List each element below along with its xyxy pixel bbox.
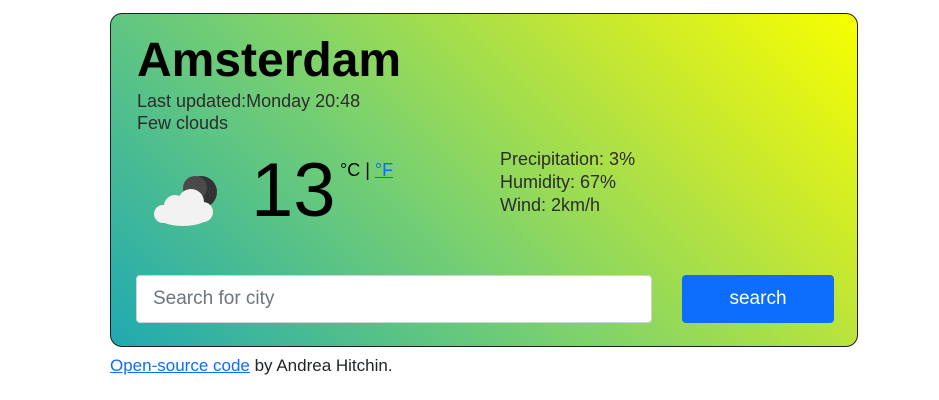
- search-button[interactable]: search: [682, 275, 834, 323]
- footer: Open-source code by Andrea Hitchin.: [110, 355, 393, 377]
- fahrenheit-link[interactable]: °F: [375, 160, 393, 180]
- temperature-value: 13: [251, 148, 336, 233]
- precipitation: Precipitation: 3%: [500, 149, 636, 169]
- weather-description: Few clouds: [137, 113, 229, 133]
- weather-details: Precipitation: 3% Humidity: 67% Wind: 2k…: [500, 148, 635, 217]
- wind: Wind: 2km/h: [500, 195, 601, 215]
- weather-card: Amsterdam Last updated:Monday 20:48 Few …: [110, 13, 858, 347]
- celsius-unit: °C: [340, 160, 361, 180]
- city-search-input[interactable]: [136, 275, 652, 323]
- humidity: Humidity: 67%: [500, 172, 617, 192]
- page: Amsterdam Last updated:Monday 20:48 Few …: [0, 0, 939, 400]
- open-source-link[interactable]: Open-source code: [110, 356, 250, 375]
- unit-separator: |: [360, 160, 375, 180]
- city-name: Amsterdam: [137, 34, 402, 87]
- few-clouds-night-icon: [151, 174, 223, 228]
- last-updated-value: Monday 20:48: [246, 91, 361, 111]
- footer-credit: by Andrea Hitchin.: [249, 356, 393, 375]
- last-updated: Last updated:Monday 20:48: [137, 90, 360, 112]
- last-updated-label: Last updated:: [137, 91, 247, 111]
- weather-icon-svg: [154, 176, 217, 226]
- unit-toggle: °C | °F: [340, 160, 393, 181]
